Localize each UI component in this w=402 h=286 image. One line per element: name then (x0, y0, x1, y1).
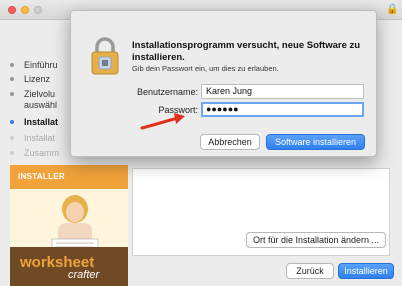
install-button[interactable]: Installieren (338, 263, 394, 279)
auth-dialog: Installationsprogramm versucht, neue Sof… (70, 10, 377, 157)
installer-steps: Einführu Lizenz Zielvolu auswähl Install… (0, 20, 70, 170)
cancel-button[interactable]: Abbrechen (200, 134, 260, 150)
password-field[interactable]: ●●●●●● (201, 102, 364, 117)
lock-icon (91, 37, 119, 75)
back-button[interactable]: Zurück (286, 263, 334, 279)
close-window-button[interactable] (8, 6, 16, 14)
dialog-subtitle: Gib dein Passwort ein, um dies zu erlaub… (132, 64, 279, 73)
step-introduction: Einführu (10, 60, 58, 71)
child-illustration (51, 195, 99, 251)
username-label: Benutzername: (136, 87, 198, 97)
titlebar-lock-icon: 🔒 (386, 4, 399, 15)
username-field[interactable]: Karen Jung (201, 84, 364, 99)
step-installation: Installat (10, 133, 55, 144)
install-software-button[interactable]: Software installieren (266, 134, 365, 150)
red-arrow-icon (140, 113, 185, 130)
promo-brand-sub: crafter (68, 269, 100, 281)
step-destination: Zielvolu (10, 89, 55, 100)
step-installation-type: Installat (10, 117, 58, 128)
step-license: Lizenz (10, 74, 50, 85)
zoom-window-button[interactable] (34, 6, 42, 14)
promo-title: INSTALLER (18, 172, 65, 181)
change-location-button[interactable]: Ort für die Installation ändern ... (246, 232, 386, 248)
dialog-title: Installationsprogramm versucht, neue Sof… (132, 40, 361, 63)
step-destination-cont: auswähl (24, 100, 58, 110)
minimize-window-button[interactable] (21, 6, 29, 14)
step-summary: Zusamm (10, 148, 59, 159)
promo-image: INSTALLER worksheet crafter (10, 165, 128, 286)
